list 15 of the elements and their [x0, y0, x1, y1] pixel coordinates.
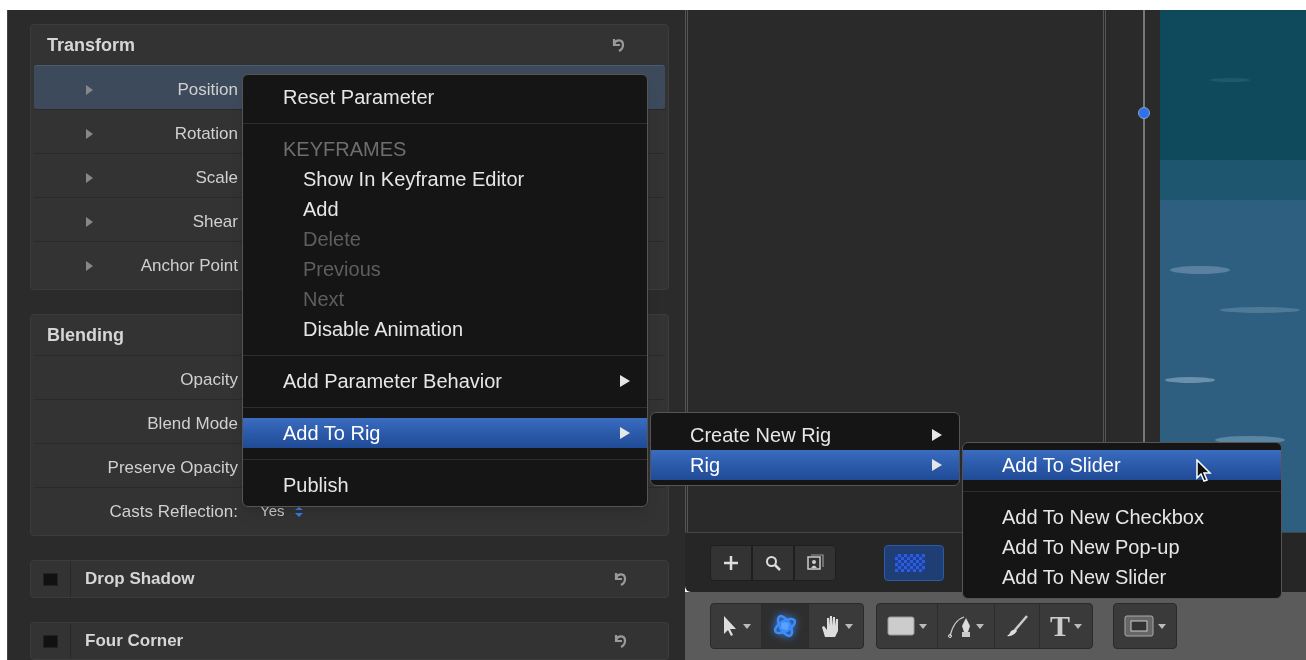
parameter-label: Preserve Opacity — [107, 456, 238, 479]
group-title: Drop Shadow — [85, 568, 195, 591]
parameter-label: Blend Mode — [147, 412, 238, 435]
menu-section-header: KEYFRAMES — [282, 137, 408, 162]
parameter-value: Yes — [260, 501, 285, 522]
parameter-label: Position — [177, 78, 238, 101]
parameter-label: Scale — [195, 166, 238, 189]
parameter-label: Rotation — [174, 122, 238, 145]
group-title: Blending — [47, 323, 124, 347]
parameter-label: Anchor Point — [140, 254, 238, 277]
parameter-label: Opacity — [180, 368, 238, 391]
group-title: Four Corner — [85, 630, 184, 653]
parameter-label: Shear — [192, 210, 238, 233]
group-title: Transform — [47, 33, 136, 57]
parameter-label: Casts Reflection: — [109, 500, 238, 523]
